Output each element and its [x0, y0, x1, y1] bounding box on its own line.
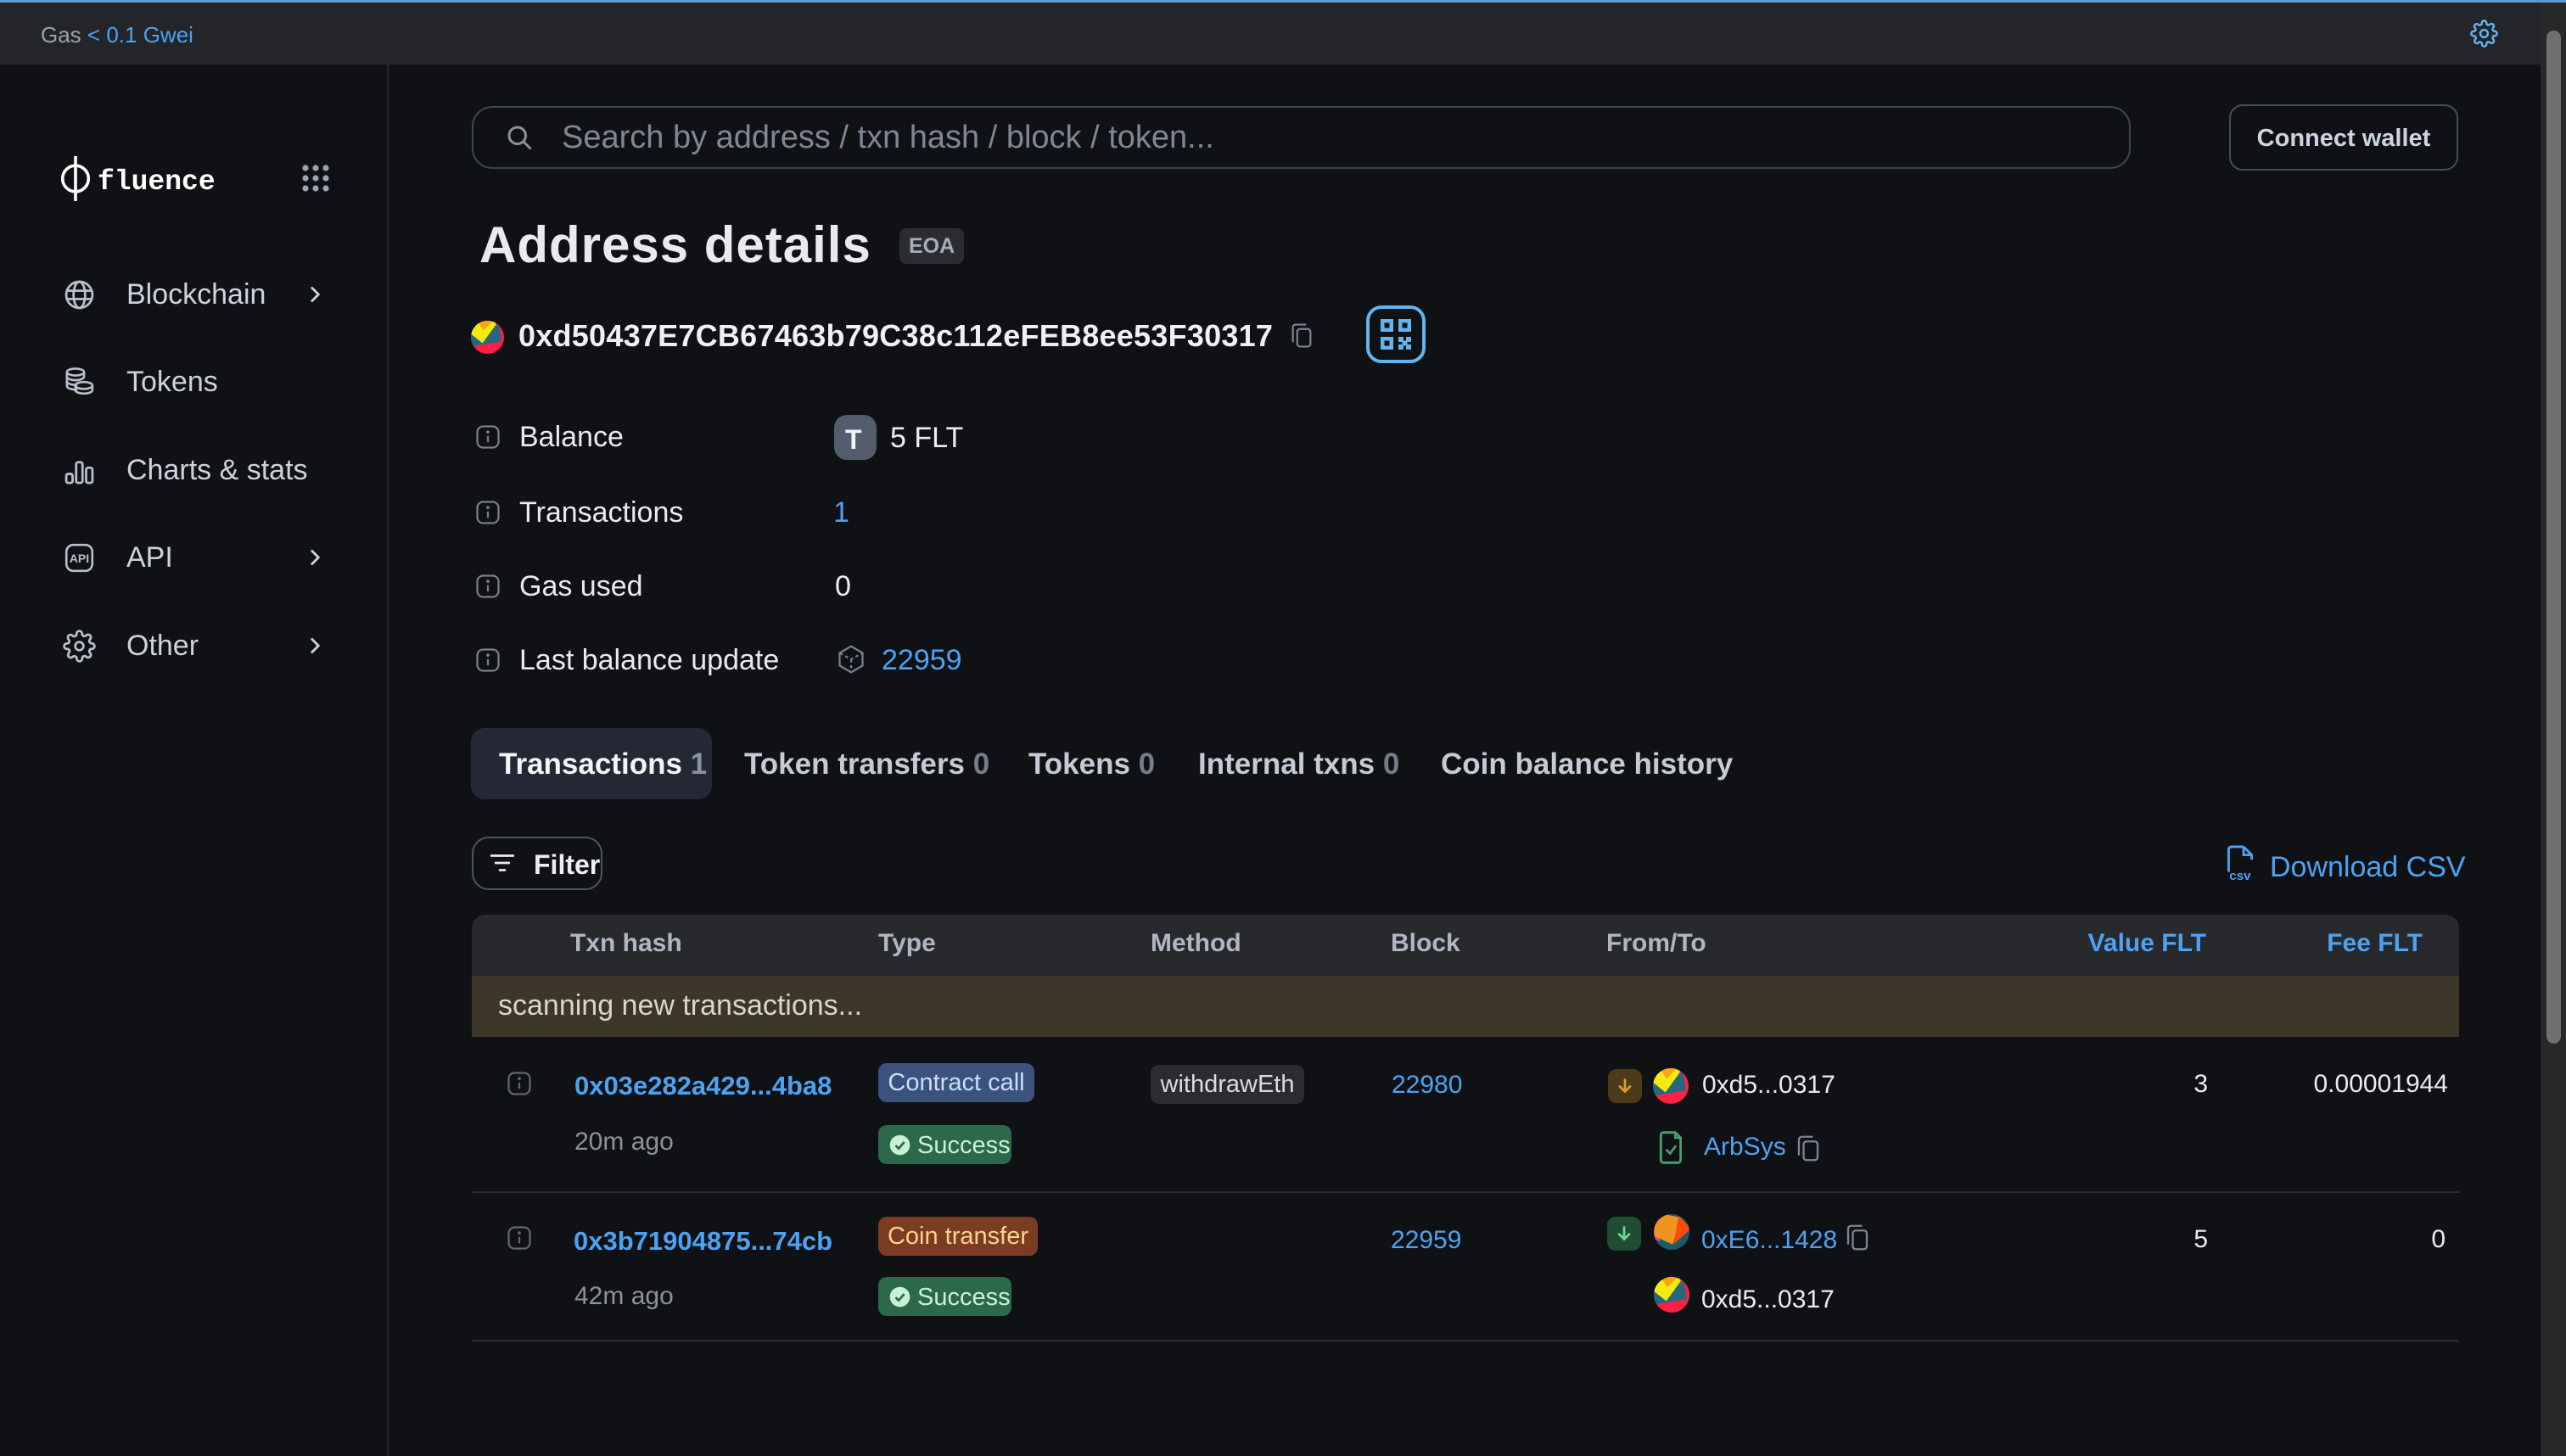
svg-text:API: API — [70, 552, 89, 565]
svg-text:csv: csv — [2229, 869, 2251, 883]
